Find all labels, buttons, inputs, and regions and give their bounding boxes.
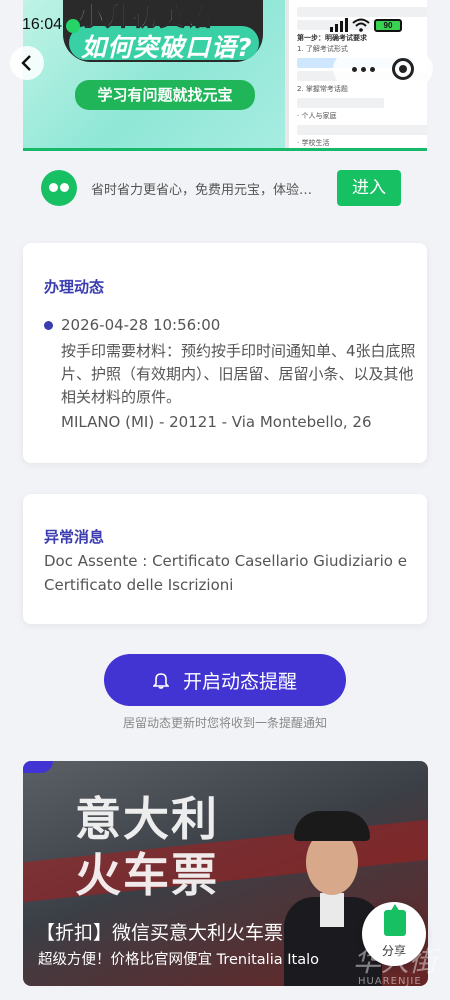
mini-program-capsule bbox=[333, 52, 433, 86]
progress-card: 办理动态 2026-04-28 10:56:00 按手印需要材料：预约按手印时间… bbox=[23, 243, 427, 463]
app-promo-row: 省时省力更省心，免费用元宝，体验… 进入 bbox=[23, 160, 427, 216]
wifi-icon bbox=[352, 18, 370, 32]
exception-card-body: Doc Assente : Certificato Casellario Giu… bbox=[44, 552, 407, 594]
signal-icon bbox=[330, 18, 348, 32]
yuanbao-logo-icon bbox=[41, 170, 77, 206]
banner-title-line2: 如何突破口语? bbox=[81, 33, 253, 62]
promo-text: 省时省力更省心，免费用元宝，体验… bbox=[91, 182, 313, 198]
banner-subtitle: 学习有问题就找元宝 bbox=[75, 80, 255, 110]
ad-subtitle: 超级方便！价格比官网便宜 Trenitalia Italo bbox=[38, 952, 319, 968]
enter-button[interactable]: 进入 bbox=[337, 170, 401, 206]
chevron-left-icon bbox=[21, 55, 31, 71]
enable-reminder-button[interactable]: 开启动态提醒 bbox=[104, 654, 346, 706]
bell-icon bbox=[152, 673, 169, 689]
timeline-description: 按手印需要材料：预约按手印时间通知单、4张白底照片、护照（有效期内）、旧居留、居… bbox=[61, 342, 416, 406]
timeline-address: MILANO (MI) - 20121 - Via Montebello, 26 bbox=[61, 413, 372, 431]
whatsapp-icon bbox=[66, 19, 80, 33]
status-indicators: 90 bbox=[330, 17, 425, 33]
status-time: 16:04 bbox=[22, 16, 63, 33]
close-target-icon[interactable] bbox=[392, 58, 415, 80]
back-button[interactable] bbox=[10, 46, 44, 80]
battery-icon: 90 bbox=[374, 18, 402, 32]
ad-big-text: 意大利 火车票 bbox=[75, 791, 219, 903]
more-icon[interactable] bbox=[351, 66, 375, 72]
timeline-date: 2026-04-28 10:56:00 bbox=[61, 316, 221, 334]
ad-big-text-line2: 火车票 bbox=[75, 848, 219, 902]
reminder-hint: 居留动态更新时您将收到一条提醒通知 bbox=[122, 716, 327, 730]
watermark: 华人街 bbox=[353, 945, 438, 978]
banner-divider bbox=[23, 148, 427, 151]
ad-title: 【折扣】微信买意大利火车票 bbox=[36, 922, 284, 944]
share-icon bbox=[384, 904, 406, 936]
banner-doc-item: · 个人与家庭 bbox=[297, 112, 337, 120]
enable-reminder-label: 开启动态提醒 bbox=[182, 670, 297, 693]
exception-card-title: 异常消息 bbox=[44, 528, 105, 546]
exception-card: 异常消息 Doc Assente : Certificato Casellari… bbox=[23, 494, 427, 624]
banner-doc-heading: 第一步：明确考试要求 bbox=[297, 34, 367, 42]
watermark-sub: HUARENJIE bbox=[358, 976, 422, 987]
progress-card-title: 办理动态 bbox=[44, 278, 105, 296]
ad-big-text-line1: 意大利 bbox=[75, 792, 219, 846]
timeline-dot bbox=[44, 321, 53, 330]
ad-corner-tag bbox=[23, 761, 53, 773]
